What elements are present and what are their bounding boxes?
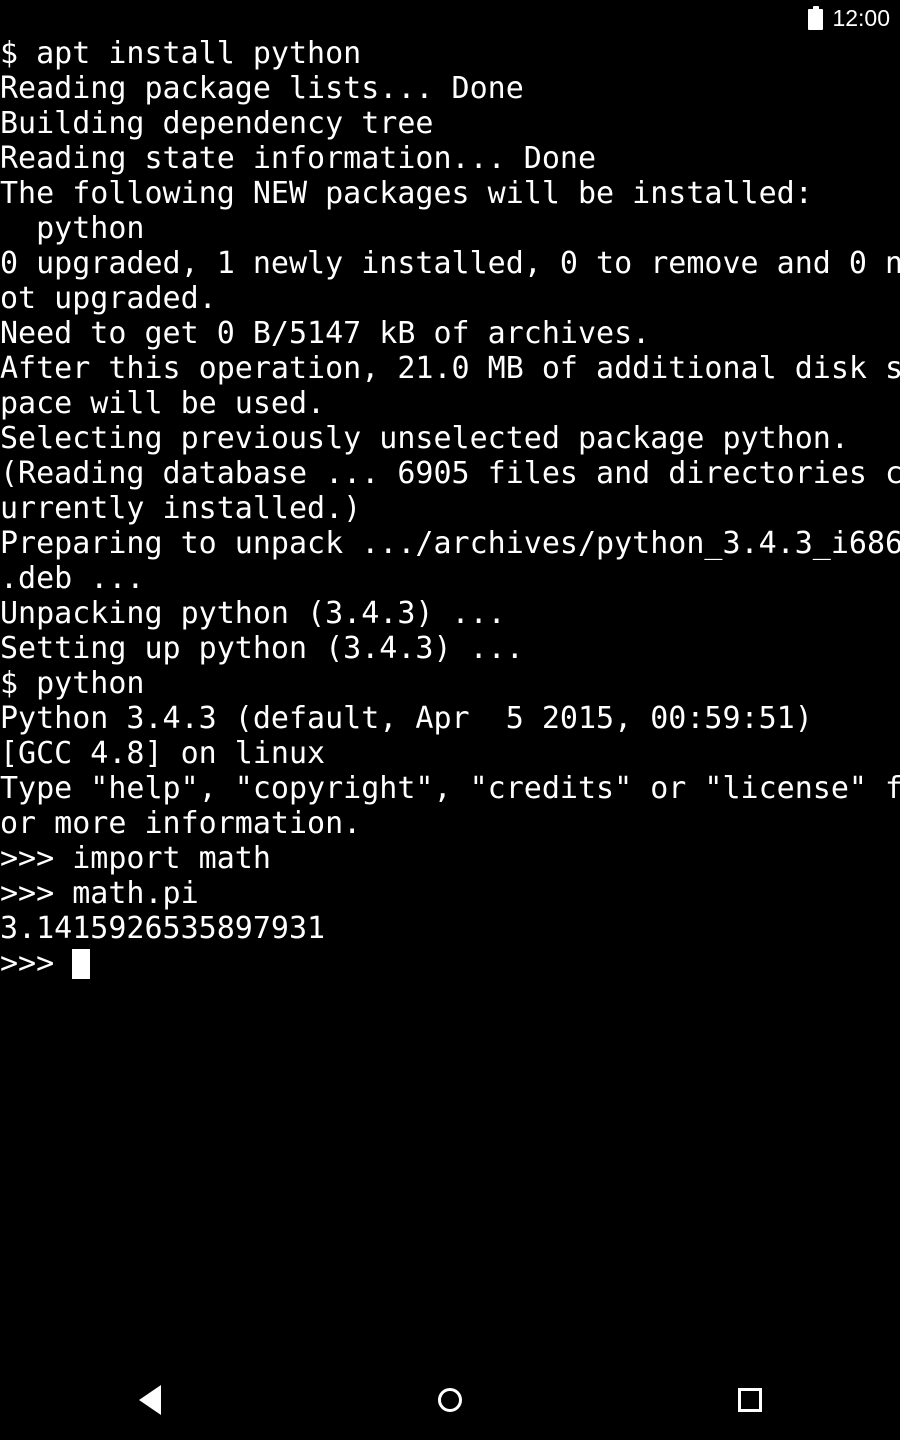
- back-triangle-icon: [139, 1385, 161, 1415]
- terminal-line: .deb ...: [0, 561, 145, 596]
- terminal-line: pace will be used.: [0, 386, 326, 421]
- terminal-line: The following NEW packages will be insta…: [0, 176, 813, 211]
- battery-full-icon: [808, 6, 824, 30]
- nav-home-button[interactable]: [390, 1360, 510, 1440]
- terminal-line: >>> import math: [0, 841, 271, 876]
- terminal-line: Selecting previously unselected package …: [0, 421, 849, 456]
- terminal-line: Building dependency tree: [0, 106, 434, 141]
- terminal-line-list: $ apt install python Reading package list…: [0, 36, 900, 946]
- terminal-prompt-text: >>>: [0, 946, 73, 981]
- status-bar-clock: 12:00: [832, 4, 890, 31]
- terminal-line: 3.1415926535897931: [0, 911, 326, 946]
- terminal-line: python: [0, 211, 145, 246]
- terminal-line: Type "help", "copyright", "credits" or "…: [0, 771, 900, 806]
- terminal-line: urrently installed.): [0, 491, 362, 526]
- home-circle-icon: [438, 1388, 462, 1412]
- terminal-line: Reading package lists... Done: [0, 71, 524, 106]
- terminal-line: Need to get 0 B/5147 kB of archives.: [0, 316, 651, 351]
- terminal-cursor: [72, 948, 91, 979]
- terminal-line: $ apt install python: [0, 36, 362, 71]
- nav-recents-button[interactable]: [690, 1360, 810, 1440]
- terminal-line: After this operation, 21.0 MB of additio…: [0, 351, 900, 386]
- terminal-line: [GCC 4.8] on linux: [0, 736, 326, 771]
- terminal-line: Setting up python (3.4.3) ...: [0, 631, 524, 666]
- terminal-line: Unpacking python (3.4.3) ...: [0, 596, 506, 631]
- terminal-line: 0 upgraded, 1 newly installed, 0 to remo…: [0, 246, 900, 281]
- recents-square-icon: [738, 1388, 762, 1412]
- nav-back-button[interactable]: [90, 1360, 210, 1440]
- terminal-line: >>> math.pi: [0, 876, 199, 911]
- status-bar: 12:00: [0, 0, 900, 36]
- terminal-line: (Reading database ... 6905 files and dir…: [0, 456, 900, 491]
- terminal-output[interactable]: $ apt install python Reading package list…: [0, 36, 900, 1360]
- terminal-line: ot upgraded.: [0, 281, 217, 316]
- terminal-line: or more information.: [0, 806, 362, 841]
- terminal-line: Reading state information... Done: [0, 141, 597, 176]
- terminal-line: Preparing to unpack .../archives/python_…: [0, 526, 900, 561]
- terminal-line: Python 3.4.3 (default, Apr 5 2015, 00:59…: [0, 701, 813, 736]
- status-bar-right-group: 12:00: [808, 6, 890, 30]
- terminal-prompt-line[interactable]: >>>: [0, 946, 900, 981]
- terminal-line: $ python: [0, 666, 145, 701]
- android-navigation-bar: [0, 1360, 900, 1440]
